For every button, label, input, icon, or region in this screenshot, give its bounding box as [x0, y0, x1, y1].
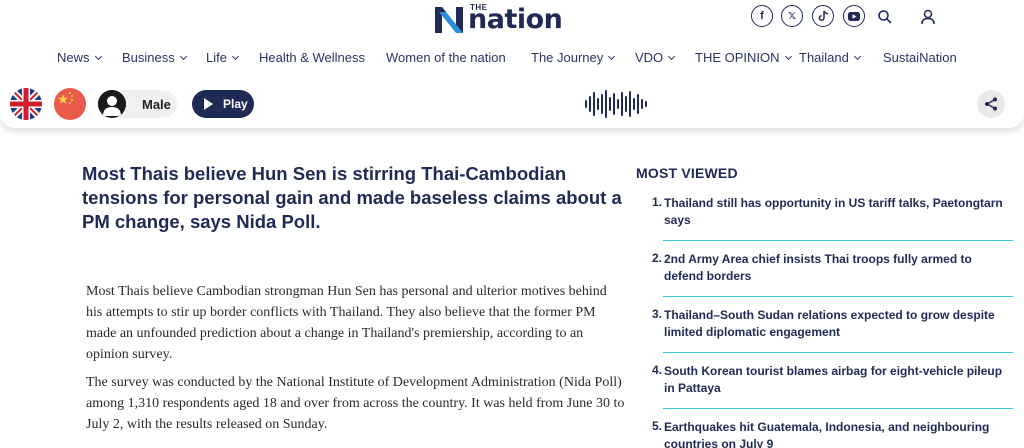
most-viewed-rank: 2. — [652, 251, 663, 265]
most-viewed-link[interactable]: 2nd Army Area chief insists Thai troops … — [664, 251, 1006, 285]
nav-label: The Journey — [531, 50, 604, 65]
article-headline: Most Thais believe Hun Sen is stirring T… — [82, 163, 622, 232]
tiktok-icon[interactable] — [812, 5, 834, 27]
chevron-down-icon — [668, 52, 676, 60]
most-viewed-link[interactable]: Thailand–South Sudan relations expected … — [664, 307, 1006, 341]
x-icon[interactable]: 𝕏 — [781, 5, 803, 27]
chevron-down-icon — [608, 52, 616, 60]
voice-label: Male — [142, 96, 171, 112]
youtube-icon[interactable] — [843, 5, 865, 27]
nav-item-sustaination[interactable]: SustaiNation — [883, 50, 957, 65]
nav-label: Life — [206, 50, 227, 65]
site-header: THE nation f 𝕏 — [0, 0, 1024, 44]
most-viewed-link[interactable]: Thailand still has opportunity in US tar… — [664, 195, 1006, 229]
divider — [663, 408, 1013, 409]
facebook-glyph: f — [760, 10, 764, 22]
play-button[interactable]: Play — [192, 90, 254, 118]
nav-item-thailand[interactable]: Thailand — [799, 50, 861, 65]
divider — [663, 296, 1013, 297]
nav-label: Health & Wellness — [259, 50, 365, 65]
voice-select-button[interactable]: Male — [97, 90, 177, 118]
share-icon — [985, 97, 997, 111]
china-flag-icon[interactable] — [54, 88, 86, 120]
nation-n-logo-icon — [434, 5, 464, 35]
nav-item-health-wellness[interactable]: Health & Wellness — [259, 50, 365, 65]
chevron-down-icon — [231, 52, 240, 60]
article-audio-toolbar: Male Play — [0, 80, 1024, 128]
nav-item-the-journey[interactable]: The Journey — [531, 50, 616, 65]
most-viewed-rank: 5. — [652, 419, 663, 433]
search-icon[interactable] — [876, 8, 894, 26]
youtube-glyph — [848, 11, 860, 21]
share-button[interactable] — [977, 90, 1005, 118]
chevron-down-icon — [853, 52, 861, 60]
main-nav: News Business Life Health & Wellness Wom… — [0, 46, 1024, 72]
divider — [663, 352, 1013, 353]
nav-item-vdo[interactable]: VDO — [635, 50, 676, 65]
the-nation-logo[interactable]: THE nation — [434, 3, 563, 37]
male-voice-avatar-icon — [98, 90, 126, 118]
tiktok-glyph — [818, 10, 828, 22]
nav-label: News — [57, 50, 90, 65]
audio-waveform-icon — [585, 90, 647, 118]
nav-label: THE OPINION — [695, 50, 780, 65]
nav-label: Thailand — [799, 50, 849, 65]
most-viewed-rank: 3. — [652, 307, 663, 321]
article-paragraph: The survey was conducted by the National… — [86, 375, 625, 432]
nav-item-life[interactable]: Life — [206, 50, 240, 65]
article-paragraph: Most Thais believe Cambodian strongman H… — [86, 284, 607, 362]
nav-label: Women of the nation — [386, 50, 506, 65]
most-viewed-rank: 1. — [652, 195, 663, 209]
most-viewed-heading: MOST VIEWED — [636, 165, 738, 181]
nav-label: SustaiNation — [883, 50, 957, 65]
nav-item-business[interactable]: Business — [122, 50, 187, 65]
play-label: Play — [223, 97, 248, 111]
divider — [663, 240, 1013, 241]
logo-the-text: THE — [470, 3, 488, 12]
most-viewed-link[interactable]: Earthquakes hit Guatemala, Indonesia, an… — [664, 419, 1006, 448]
nav-label: Business — [122, 50, 175, 65]
chevron-down-icon — [784, 52, 792, 60]
user-icon[interactable] — [919, 8, 937, 26]
nav-item-news[interactable]: News — [57, 50, 102, 65]
chevron-down-icon — [179, 52, 187, 60]
play-icon — [204, 98, 213, 110]
most-viewed-rank: 4. — [652, 363, 663, 377]
most-viewed-link[interactable]: South Korean tourist blames airbag for e… — [664, 363, 1006, 397]
nav-label: VDO — [635, 50, 664, 65]
x-glyph: 𝕏 — [787, 10, 797, 22]
nav-item-women-of-the-nation[interactable]: Women of the nation — [386, 50, 506, 65]
chevron-down-icon — [94, 52, 102, 60]
nav-item-the-opinion[interactable]: THE OPINION — [695, 50, 792, 65]
uk-flag-icon[interactable] — [10, 88, 42, 120]
facebook-icon[interactable]: f — [751, 5, 773, 27]
